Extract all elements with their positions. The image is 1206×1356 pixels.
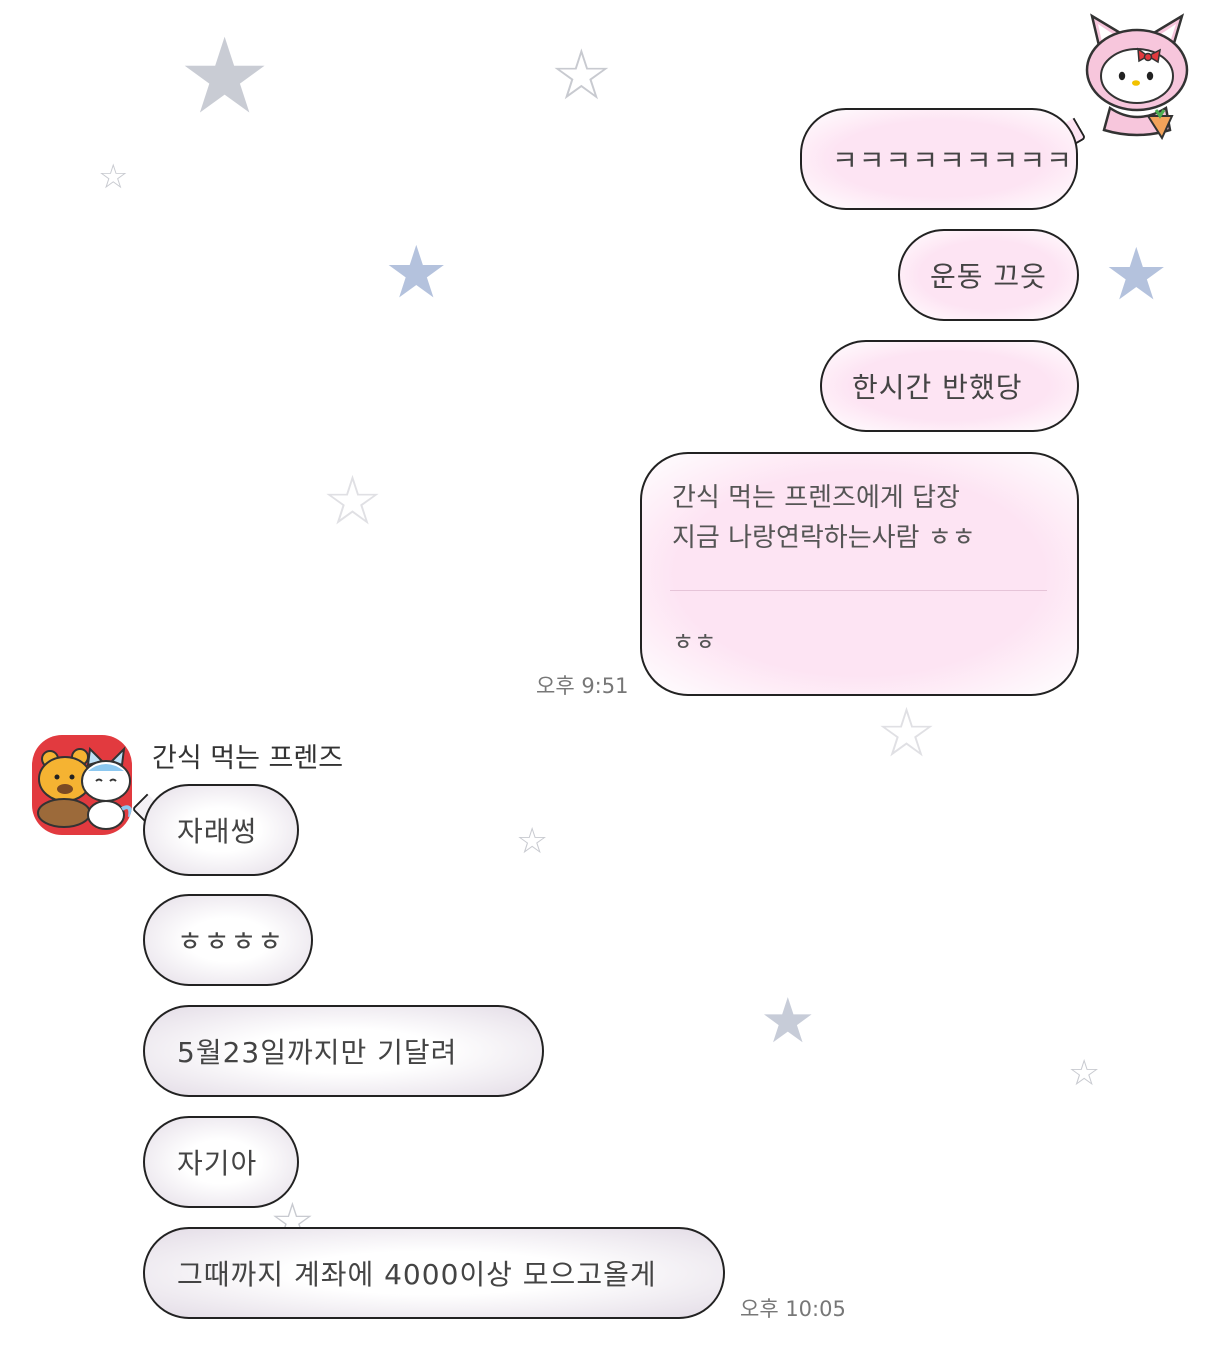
their-message-bubble[interactable]: 5월23일까지만 기달려 [143,1005,544,1097]
their-message-bubble[interactable]: 자기아 [143,1116,299,1208]
reply-message-bubble[interactable]: 간식 먹는 프렌즈에게 답장 지금 나랑연락하는사람 ㅎㅎ ㅎㅎ [640,452,1079,696]
sender-name: 간식 먹는 프렌즈 [152,743,344,774]
message-text: ㅎㅎㅎㅎ [177,925,285,958]
star-outline-decoration-icon: ☆ [98,157,129,197]
my-message-bubble[interactable]: ㅋㅋㅋㅋㅋㅋㅋㅋㅋ [800,108,1078,210]
message-text: 5월23일까지만 기달려 [177,1036,458,1069]
their-message-bubble[interactable]: 그때까지 계좌에 4000이상 모으고올게 [143,1227,725,1319]
message-text: 한시간 반했당 [852,371,1023,404]
star-outline-decoration-icon: ☆ [876,694,937,773]
star-outline-decoration-icon: ☆ [322,462,383,541]
message-text: ㅋㅋㅋㅋㅋㅋㅋㅋㅋ [832,144,1073,177]
my-message-bubble[interactable]: 운동 끄읏 [898,229,1079,321]
reply-quote[interactable]: 간식 먹는 프렌즈에게 답장 지금 나랑연락하는사람 ㅎㅎ [672,478,976,558]
message-text: 자래썽 [177,815,258,848]
their-message-bubble[interactable]: ㅎㅎㅎㅎ [143,894,313,986]
star-decoration-icon: ★ [178,15,272,137]
bear-and-cat-friends-icon[interactable] [32,735,132,835]
hello-kitty-bunny-icon[interactable] [1082,12,1192,141]
message-text: 운동 끄읏 [930,260,1047,293]
star-decoration-icon: ★ [760,984,816,1057]
message-text: 그때까지 계좌에 4000이상 모으고올게 [177,1258,657,1291]
quoted-message-text: 지금 나랑연락하는사람 ㅎㅎ [672,523,976,553]
message-timestamp: 오후 10:05 [740,1297,846,1321]
reply-target-label: 간식 먹는 프렌즈에게 답장 [672,483,960,513]
reply-divider [670,590,1047,591]
star-decoration-icon: ★ [1104,232,1169,316]
message-text: ㅎㅎ [672,628,717,656]
their-message-bubble[interactable]: 자래썽 [143,784,299,876]
star-outline-decoration-icon: ☆ [516,821,549,862]
star-decoration-icon: ★ [384,230,449,314]
star-outline-decoration-icon: ☆ [1068,1053,1101,1094]
star-outline-decoration-icon: ☆ [550,34,613,116]
message-text: 자기아 [177,1147,258,1180]
message-timestamp: 오후 9:51 [536,674,629,698]
my-message-bubble[interactable]: 한시간 반했당 [820,340,1079,432]
